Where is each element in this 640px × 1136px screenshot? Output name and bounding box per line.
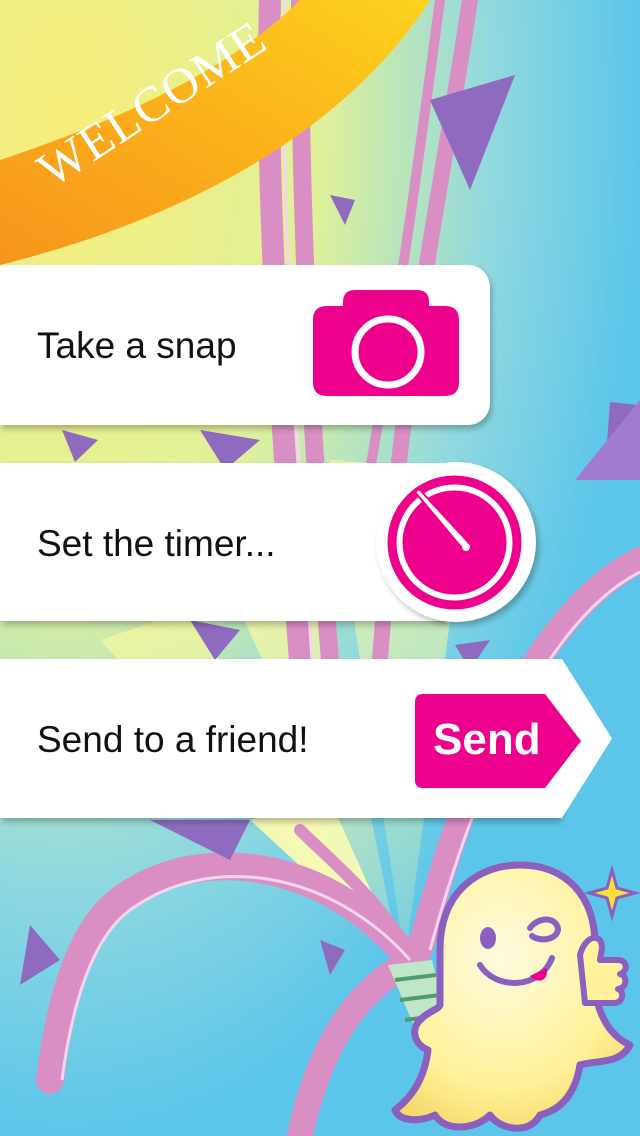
send-to-friend-label: Send to a friend! [37, 719, 309, 760]
send-button-label: Send [433, 715, 541, 764]
send-button[interactable]: Send [415, 694, 581, 788]
timer-icon [387, 475, 522, 610]
ghost-mascot [391, 861, 640, 1132]
set-timer-label: Set the timer... [37, 523, 276, 564]
timer-button[interactable] [387, 475, 522, 610]
camera-icon [313, 290, 459, 396]
camera-button[interactable] [313, 288, 459, 396]
take-snap-label: Take a snap [37, 325, 237, 366]
